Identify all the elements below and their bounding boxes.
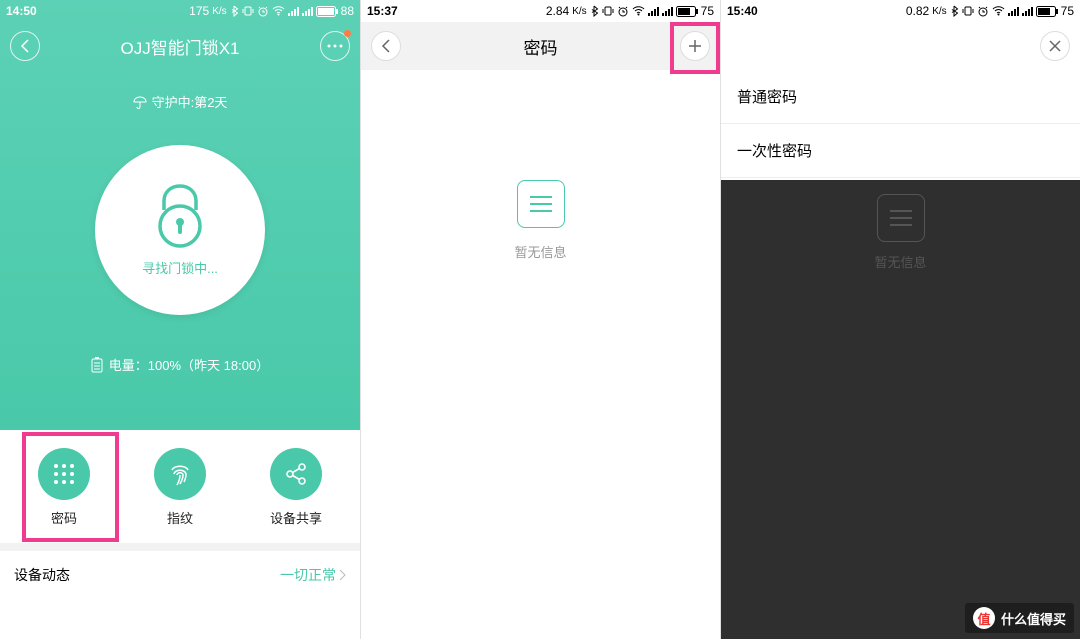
battery-icon — [316, 6, 338, 17]
option-normal-password[interactable]: 普通密码 — [721, 70, 1080, 124]
battery-pct: 88 — [341, 4, 354, 18]
watermark: 值 什么值得买 — [965, 603, 1074, 633]
screen-lock-home: 14:50 175K/s 88 OJJ智能门锁X1 — [0, 0, 360, 639]
action-fingerprint[interactable]: 指纹 — [130, 448, 230, 527]
wifi-icon — [272, 6, 285, 16]
list-empty-icon — [517, 180, 565, 228]
signal-icon — [1008, 6, 1019, 16]
dynamic-label: 设备动态 — [14, 565, 70, 585]
plus-icon — [688, 39, 702, 53]
battery-icon — [1036, 6, 1058, 17]
status-bar: 15:37 2.84K/s 75 — [361, 0, 720, 22]
share-icon — [283, 461, 309, 487]
dots-icon — [327, 44, 343, 48]
battery-pct: 75 — [701, 4, 714, 18]
status-time: 15:37 — [367, 4, 398, 18]
bluetooth-icon — [590, 5, 599, 17]
action-label: 设备共享 — [270, 508, 322, 527]
signal-icon — [302, 6, 313, 16]
close-icon — [1049, 40, 1061, 52]
battery-pct: 75 — [1061, 4, 1074, 18]
vibrate-icon — [962, 5, 974, 17]
status-speed: 2.84 — [546, 4, 569, 18]
status-bar: 14:50 175K/s 88 — [0, 0, 360, 22]
signal-icon — [662, 6, 673, 16]
back-button[interactable] — [371, 31, 401, 61]
back-button[interactable] — [10, 31, 40, 61]
action-label: 指纹 — [167, 508, 193, 527]
dynamic-status: 一切正常 — [280, 565, 346, 585]
close-button[interactable] — [1040, 31, 1070, 61]
chevron-left-icon — [381, 39, 391, 53]
more-button[interactable] — [320, 31, 350, 61]
battery-icon — [676, 6, 698, 17]
chevron-right-icon — [338, 569, 346, 581]
battery-info: 电量：100%（昨天 18:00） — [0, 355, 360, 374]
bluetooth-icon — [230, 5, 239, 17]
alarm-icon — [617, 5, 629, 17]
wifi-icon — [992, 6, 1005, 16]
screen-password-type: 15:40 0.82K/s 75 普通密码 一次性密码 — [720, 0, 1080, 639]
screen-password-list: 15:37 2.84K/s 75 密码 — [360, 0, 720, 639]
separator — [0, 543, 360, 551]
action-share[interactable]: 设备共享 — [246, 448, 346, 527]
list-empty-icon — [877, 194, 925, 242]
action-label: 密码 — [51, 508, 77, 527]
status-speed: 175 — [189, 4, 209, 18]
empty-text: 暂无信息 — [514, 242, 566, 261]
app-topbar: 密码 — [361, 22, 720, 70]
fingerprint-icon — [166, 460, 194, 488]
lock-status-text: 寻找门锁中... — [142, 258, 218, 277]
alarm-icon — [257, 5, 269, 17]
chevron-left-icon — [20, 39, 30, 53]
app-topbar — [721, 22, 1080, 70]
umbrella-icon — [133, 95, 147, 109]
action-password[interactable]: 密码 — [14, 448, 114, 527]
device-dynamic-row[interactable]: 设备动态 一切正常 — [0, 551, 360, 599]
lock-icon — [153, 184, 207, 248]
vibrate-icon — [242, 5, 254, 17]
page-title: OJJ智能门锁X1 — [40, 34, 320, 59]
lock-status-circle[interactable]: 寻找门锁中... — [95, 145, 265, 315]
signal-icon — [1022, 6, 1033, 16]
option-onetime-password[interactable]: 一次性密码 — [721, 124, 1080, 178]
battery-small-icon — [91, 357, 103, 373]
status-time: 14:50 — [6, 4, 37, 18]
watermark-text: 什么值得买 — [1001, 609, 1066, 628]
watermark-badge: 值 — [973, 607, 995, 629]
add-button[interactable] — [680, 31, 710, 61]
guard-status: 守护中:第2天 — [0, 92, 360, 111]
dimmed-backdrop: 暂无信息 — [721, 180, 1080, 639]
page-title: 密码 — [401, 34, 680, 59]
alarm-icon — [977, 5, 989, 17]
ghost-text: 暂无信息 — [874, 252, 926, 271]
bluetooth-icon — [950, 5, 959, 17]
signal-icon — [648, 6, 659, 16]
vibrate-icon — [602, 5, 614, 17]
keypad-icon — [51, 461, 77, 487]
signal-icon — [288, 6, 299, 16]
empty-state: 暂无信息 — [361, 180, 720, 261]
status-time: 15:40 — [727, 4, 758, 18]
wifi-icon — [632, 6, 645, 16]
action-row: 密码 指纹 设备共享 — [0, 430, 360, 537]
status-speed: 0.82 — [906, 4, 929, 18]
status-bar: 15:40 0.82K/s 75 — [721, 0, 1080, 22]
app-topbar: OJJ智能门锁X1 — [0, 22, 360, 70]
